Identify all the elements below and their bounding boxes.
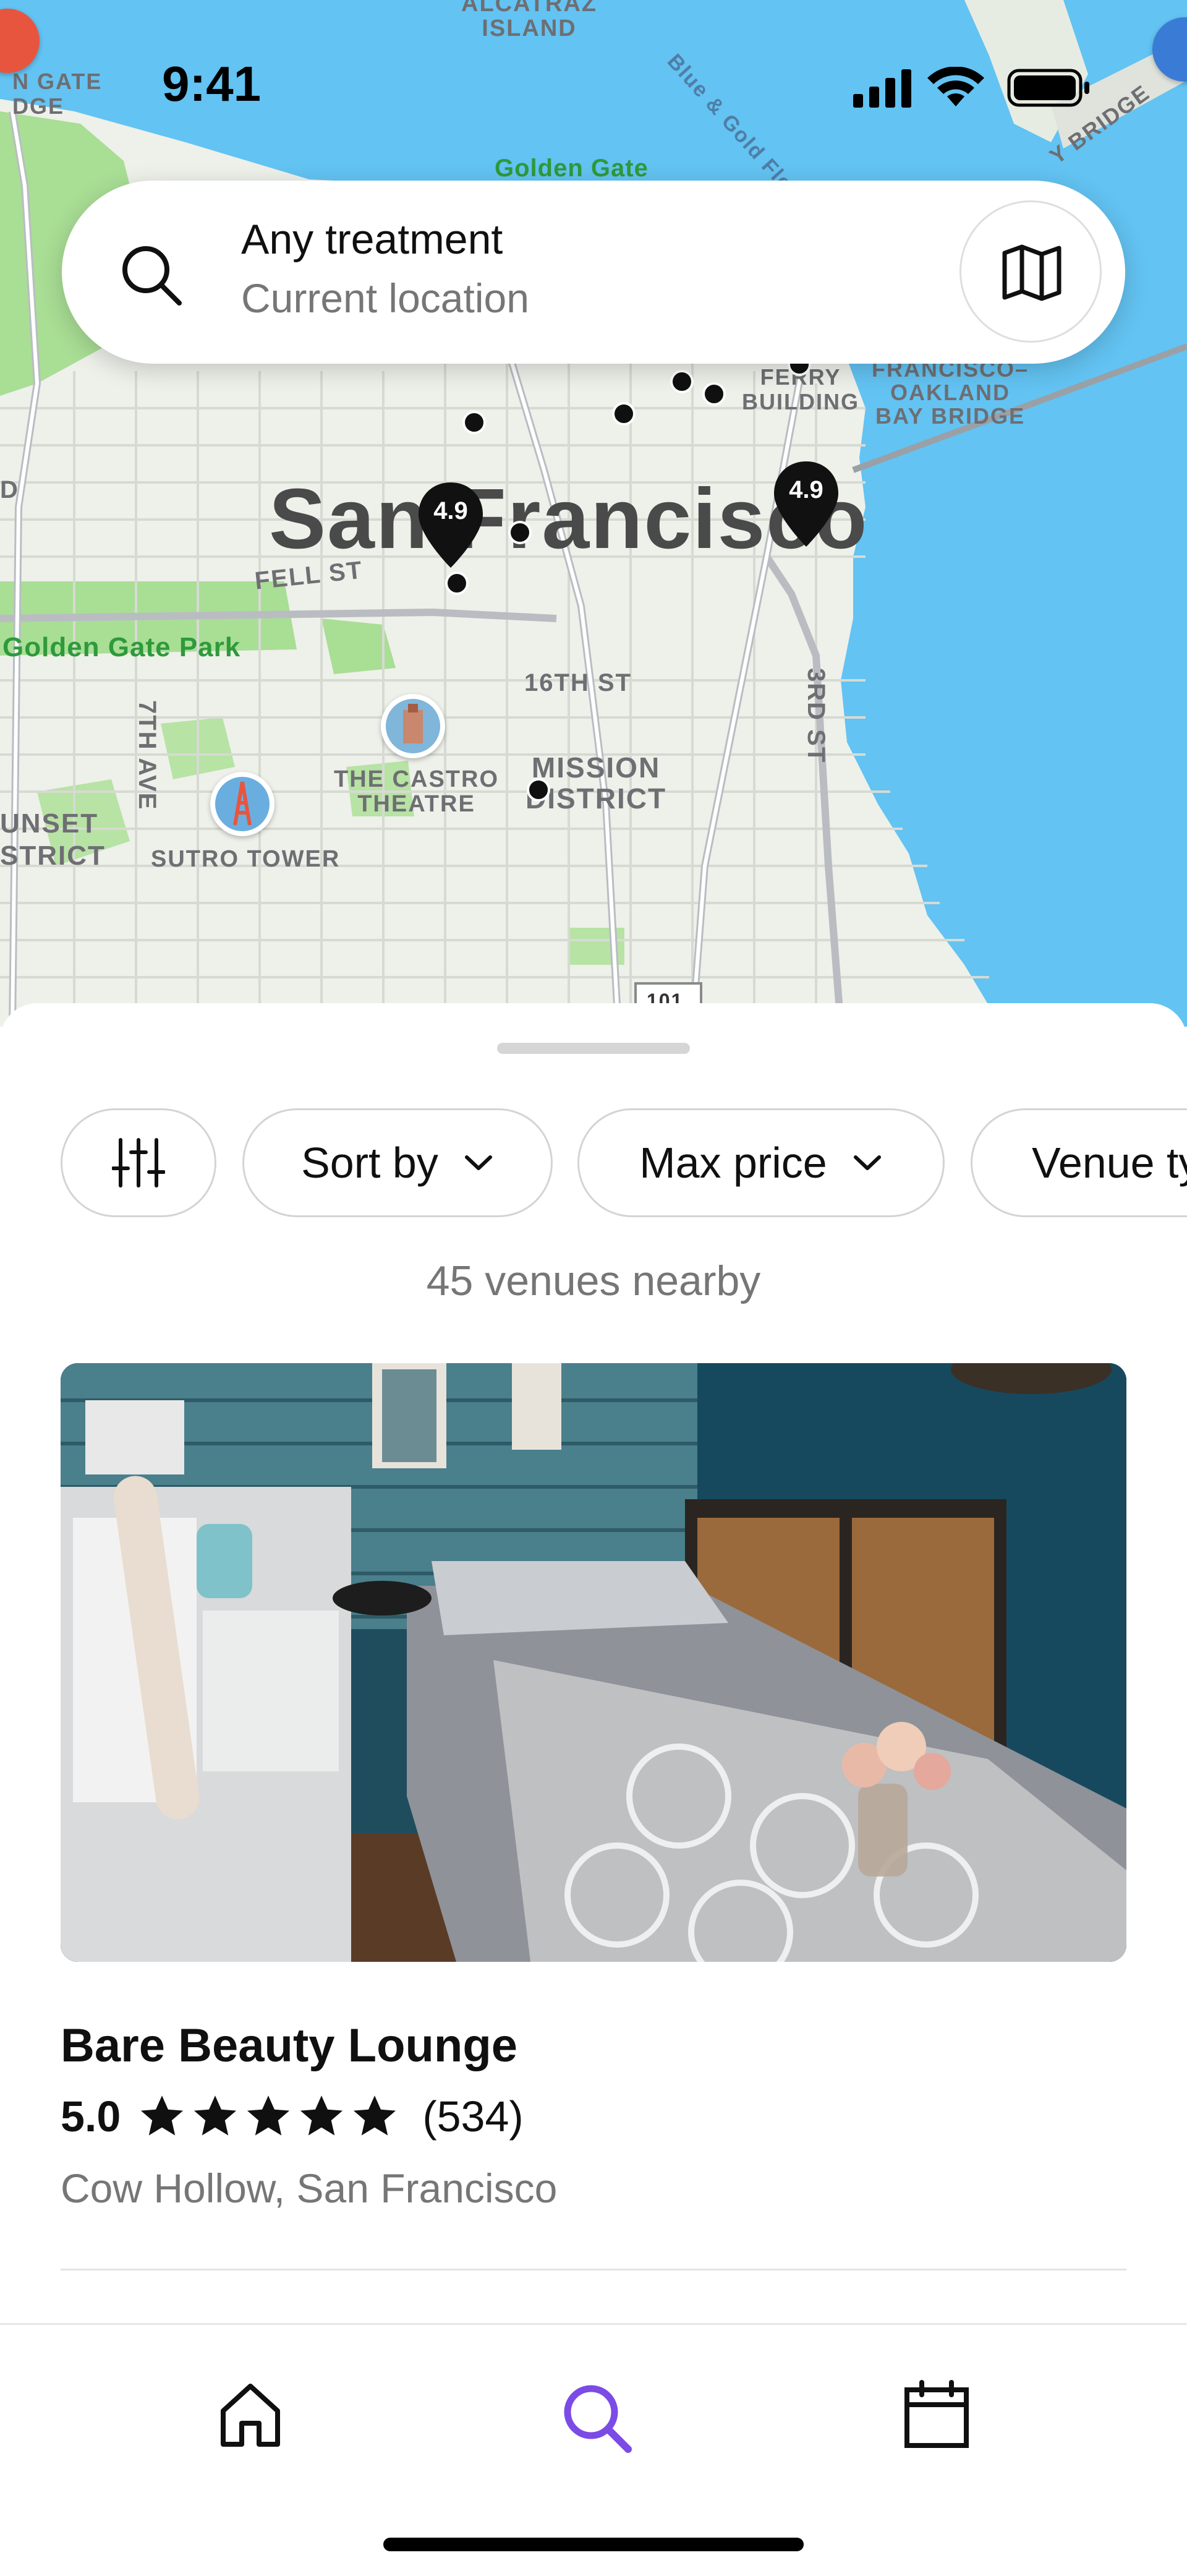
venue-type-dropdown[interactable]: Venue type [971, 1108, 1187, 1217]
pin-rating-label: 4.9 [433, 497, 468, 524]
search-treatment-text[interactable]: Any treatment [241, 215, 503, 263]
venue-review-count: (534) [422, 2092, 524, 2141]
search-icon [122, 246, 182, 306]
search-location-text[interactable]: Current location [241, 275, 529, 322]
map-icon [1002, 244, 1061, 301]
venue-map-dot[interactable] [702, 382, 726, 406]
star-icon [194, 2095, 237, 2136]
map-label-16th-st: 16TH ST [524, 669, 632, 696]
venue-stars [138, 2094, 404, 2139]
sort-by-dropdown[interactable]: Sort by [242, 1108, 553, 1217]
venue-rating-pin[interactable]: 4.9 [416, 480, 485, 570]
map-label-sutro: SUTRO TOWER [151, 846, 341, 872]
pin-rating-label: 4.9 [789, 476, 823, 503]
map-label-golden-gate: Golden Gate [495, 155, 649, 182]
venue-photo[interactable] [61, 1363, 1126, 1962]
max-price-dropdown[interactable]: Max price [577, 1108, 945, 1217]
venue-location: Cow Hollow, San Francisco [61, 2165, 558, 2211]
sutro-tower-poi-icon[interactable] [210, 772, 274, 836]
star-icon [300, 2095, 343, 2136]
chevron-down-icon [464, 1155, 492, 1170]
map-label-3rd-st: 3RD ST [802, 668, 830, 764]
venue-map-dot[interactable] [612, 402, 636, 426]
star-icon [247, 2095, 290, 2136]
map-label-castro: THE CASTRO THEATRE [334, 766, 499, 817]
map-label-bay-bridge: FRANCISCO– OAKLAND BAY BRIDGE [872, 356, 1029, 429]
chevron-down-icon [853, 1155, 881, 1170]
wifi-icon [927, 66, 984, 106]
home-indicator[interactable] [383, 2538, 804, 2551]
map-label-golden-gate-park: Golden Gate Park [2, 632, 241, 662]
sort-by-label: Sort by [301, 1139, 438, 1187]
map-label-7th-ave: 7TH AVE [134, 700, 161, 811]
search-icon [564, 2385, 632, 2453]
cellular-signal-icon [853, 69, 911, 108]
map-label-sunset: UNSET STRICT [0, 808, 106, 871]
venue-rating-row: 5.0 (534) [61, 2092, 524, 2141]
venue-type-label: Venue type [1032, 1139, 1187, 1187]
map-view[interactable]: ALCATRAZ ISLAND Blue & Gold Fleet Golden… [0, 0, 1187, 1027]
results-count: 45 venues nearby [426, 1257, 761, 1304]
battery-icon [1007, 69, 1089, 107]
tab-search[interactable] [547, 2368, 640, 2461]
tab-home[interactable] [204, 2368, 297, 2461]
tab-bar [0, 2323, 1187, 2576]
filters-button[interactable] [61, 1108, 216, 1217]
venue-rating-value: 5.0 [61, 2092, 121, 2141]
star-icon [141, 2095, 184, 2136]
venue-rating-pin[interactable]: 4.9 [772, 459, 841, 549]
search-bar[interactable]: Any treatment Current location [62, 181, 1125, 364]
map-toggle-button[interactable] [959, 200, 1102, 343]
star-icon [354, 2095, 396, 2136]
card-divider [61, 2269, 1126, 2270]
home-icon [221, 2384, 280, 2447]
status-bar: 9:41 [0, 0, 1187, 111]
sheet-drag-handle[interactable] [497, 1043, 690, 1054]
max-price-label: Max price [639, 1139, 827, 1187]
venue-map-dot[interactable] [445, 571, 469, 595]
venue-map-dot[interactable] [462, 411, 486, 434]
tab-bookings[interactable] [890, 2368, 983, 2461]
map-label-edge: D [0, 476, 19, 503]
status-time: 9:41 [162, 56, 262, 111]
status-icons [847, 66, 1094, 113]
castro-theatre-poi-icon[interactable] [381, 694, 445, 758]
venue-map-dot[interactable] [670, 370, 694, 393]
venue-map-dot[interactable] [508, 521, 532, 544]
calendar-icon [904, 2380, 969, 2448]
venue-map-dot[interactable] [527, 778, 550, 802]
venue-name[interactable]: Bare Beauty Lounge [61, 2019, 517, 2073]
sliders-icon [112, 1138, 165, 1187]
